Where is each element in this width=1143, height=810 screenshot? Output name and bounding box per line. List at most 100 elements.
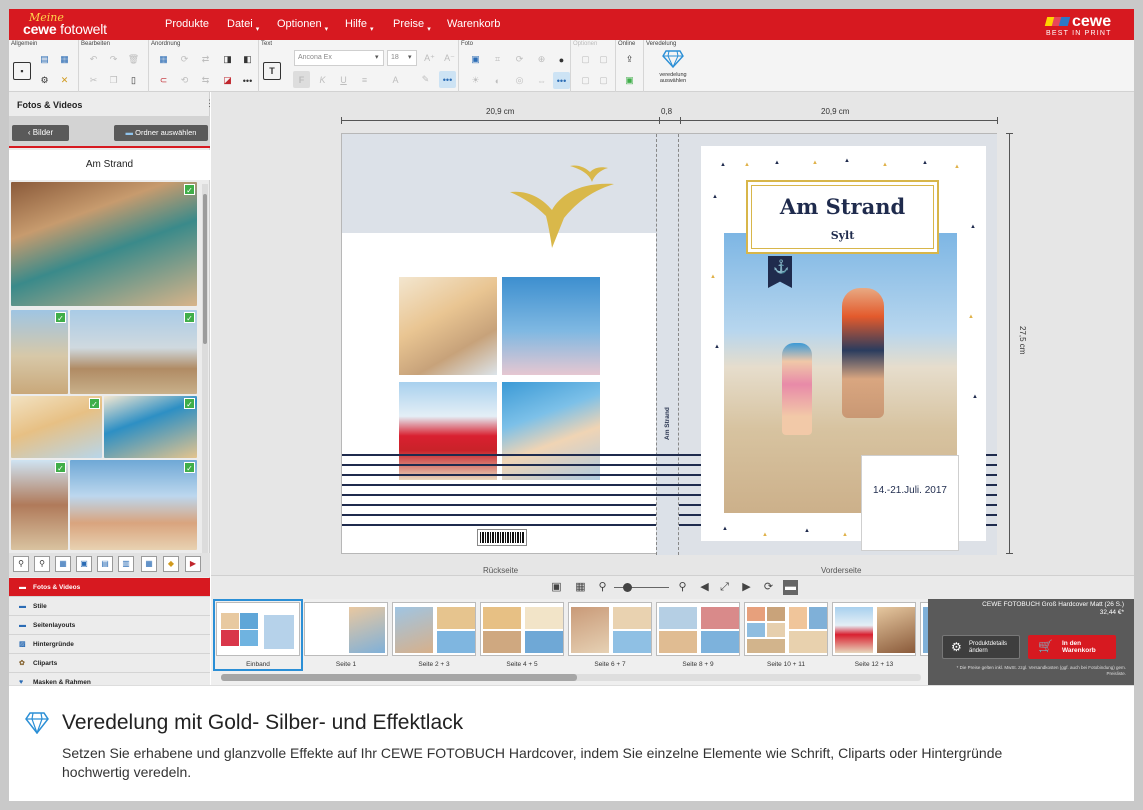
- copy-icon[interactable]: ❐: [105, 72, 122, 89]
- overview-icon[interactable]: ▦: [573, 580, 588, 595]
- crop-icon[interactable]: ⌗: [489, 51, 506, 68]
- online-share-icon[interactable]: ⇪: [621, 51, 638, 68]
- photo-contrast-icon[interactable]: ◐: [489, 72, 506, 89]
- rotate-left-icon[interactable]: ⟲: [176, 72, 193, 89]
- menu-datei[interactable]: Datei ▾: [227, 18, 259, 33]
- favorites-icon[interactable]: ◆: [163, 556, 179, 572]
- nav-fotos-videos[interactable]: ▬ Fotos & Videos: [9, 578, 210, 597]
- photo-redeye-icon[interactable]: ◎: [511, 72, 528, 89]
- more-icon[interactable]: •••: [239, 72, 256, 89]
- zoom-in-icon[interactable]: ⚲: [675, 580, 690, 595]
- send-back-icon[interactable]: ◧: [239, 51, 256, 68]
- delete-icon[interactable]: 🗑: [125, 51, 142, 68]
- option-c-icon[interactable]: ▢: [577, 72, 594, 89]
- rotate-icon[interactable]: ⟳: [176, 51, 193, 68]
- font-select[interactable]: Ancona Ex: [294, 50, 384, 66]
- view-grid-icon[interactable]: ▦: [55, 556, 71, 572]
- underline-icon[interactable]: U: [335, 71, 352, 88]
- bring-front-icon[interactable]: ◨: [219, 51, 236, 68]
- scrollbar-thumb[interactable]: [221, 674, 577, 681]
- photo-fit-icon[interactable]: ⇔: [533, 72, 550, 89]
- page-thumb-seite-8-9[interactable]: Seite 8 + 9: [656, 602, 740, 668]
- photo-thumb[interactable]: ✓: [11, 310, 68, 394]
- photo-thumb[interactable]: ✓: [70, 310, 197, 394]
- italic-icon[interactable]: K: [314, 71, 331, 88]
- nav-stile[interactable]: ▬ Stile: [9, 597, 210, 616]
- fullscreen-icon[interactable]: ⤢: [717, 580, 732, 595]
- view-medium-icon[interactable]: ▥: [118, 556, 134, 572]
- back-photo-1[interactable]: [399, 277, 497, 375]
- previous-page-icon[interactable]: ◀: [697, 580, 712, 595]
- menu-optionen[interactable]: Optionen ▾: [277, 18, 328, 33]
- text-effect-icon[interactable]: ✎: [417, 71, 434, 88]
- settings-icon[interactable]: ⚙: [36, 72, 53, 89]
- grid-icon[interactable]: ▦: [155, 51, 172, 68]
- undo-icon[interactable]: ↶: [85, 51, 102, 68]
- page-thumb-seite-1[interactable]: Seite 1: [304, 602, 388, 668]
- next-page-icon[interactable]: ▶: [739, 580, 754, 595]
- option-d-icon[interactable]: ▢: [595, 72, 612, 89]
- photo-edit-icon[interactable]: ▣: [467, 51, 484, 68]
- page-thumb-seite-12-13[interactable]: Seite 12 + 13: [832, 602, 916, 668]
- view-large-icon[interactable]: ▣: [76, 556, 92, 572]
- menu-preise[interactable]: Preise ▾: [393, 18, 431, 33]
- photo-more-icon[interactable]: •••: [553, 72, 570, 89]
- flip-icon[interactable]: ⇄: [197, 51, 214, 68]
- add-text-icon[interactable]: T: [263, 62, 281, 80]
- back-to-bilder-button[interactable]: ‹ Bilder: [12, 125, 69, 141]
- text-more-icon[interactable]: •••: [439, 71, 456, 88]
- page-thumb-seite-6-7[interactable]: Seite 6 + 7: [568, 602, 652, 668]
- back-photo-2[interactable]: [502, 277, 600, 375]
- nav-cliparts[interactable]: ✿ Cliparts: [9, 654, 210, 673]
- magnet-icon[interactable]: ⊂: [155, 72, 172, 89]
- page-thumb-seite-2-3[interactable]: Seite 2 + 3: [392, 602, 476, 668]
- menu-produkte[interactable]: Produkte: [165, 18, 209, 30]
- nav-hintergruende[interactable]: ▨ Hintergründe: [9, 635, 210, 654]
- option-b-icon[interactable]: ▢: [595, 51, 612, 68]
- add-to-cart-button[interactable]: 🛒 In den Warenkorb: [1028, 635, 1116, 659]
- zoom-out-icon[interactable]: ⚲: [595, 580, 610, 595]
- view-list-icon[interactable]: ▤: [97, 556, 113, 572]
- paste-icon[interactable]: ▯: [125, 72, 142, 89]
- menu-warenkorb[interactable]: Warenkorb: [447, 18, 500, 30]
- option-a-icon[interactable]: ▢: [577, 51, 594, 68]
- product-details-button[interactable]: ⚙ Produktdetails ändern: [942, 635, 1020, 659]
- veredelung-button[interactable]: veredelung auswählen: [652, 50, 694, 90]
- single-view-icon[interactable]: ▣: [549, 580, 564, 595]
- photo-thumb[interactable]: ✓: [11, 182, 197, 306]
- new-project-icon[interactable]: ▤: [36, 51, 53, 68]
- photo-rotate-icon[interactable]: ⟳: [511, 51, 528, 68]
- view-small-icon[interactable]: ▦: [141, 556, 157, 572]
- online-upload-icon[interactable]: ▣: [621, 72, 638, 89]
- page-strip-scrollbar[interactable]: [221, 674, 921, 681]
- person-filter-icon[interactable]: ⚲: [34, 556, 50, 572]
- menu-hilfe[interactable]: Hilfe ▾: [345, 18, 374, 33]
- page-thumb-next[interactable]: [920, 602, 928, 668]
- choose-folder-button[interactable]: ▬ Ordner auswählen: [114, 125, 208, 141]
- page-thumb-einband[interactable]: Einband: [213, 599, 303, 671]
- align-icon[interactable]: ≡: [356, 71, 373, 88]
- page-thumb-seite-10-11[interactable]: Seite 10 + 11: [744, 602, 828, 668]
- photo-thumb[interactable]: ✓: [11, 396, 102, 458]
- photo-zoom-icon[interactable]: ⊕: [533, 51, 550, 68]
- photo-filter-icon[interactable]: ●: [553, 51, 570, 68]
- photo-thumb[interactable]: ✓: [70, 460, 197, 550]
- cover-spread[interactable]: Am Strand ▲ ▲ ▲ ▲ ▲ ▲ ▲ ▲ ▲ ▲ ▲ ▲ ▲ ▲ ▲ …: [341, 133, 997, 555]
- photo-brightness-icon[interactable]: ☀: [467, 72, 484, 89]
- photo-grid-scrollbar[interactable]: [202, 184, 208, 554]
- cut-icon[interactable]: ✂: [85, 72, 102, 89]
- date-box[interactable]: 14.-21.Juli. 2017: [861, 455, 959, 551]
- nav-seitenlayouts[interactable]: ▬ Seitenlayouts: [9, 616, 210, 635]
- remove-layer-icon[interactable]: ◪: [219, 72, 236, 89]
- photo-thumb[interactable]: ✓: [104, 396, 197, 458]
- text-color-icon[interactable]: A: [387, 71, 404, 88]
- preview-mode-icon[interactable]: ▬: [783, 580, 798, 595]
- font-shrink-icon[interactable]: A⁻: [441, 50, 458, 67]
- redo-icon[interactable]: ↷: [105, 51, 122, 68]
- mirror-icon[interactable]: ⇆: [197, 72, 214, 89]
- zoom-slider-handle[interactable]: [623, 583, 632, 592]
- spine[interactable]: [656, 134, 679, 555]
- rotate-view-icon[interactable]: ⟳: [761, 580, 776, 595]
- cover-title-box[interactable]: Am Strand Sylt: [746, 180, 939, 254]
- scrollbar-thumb[interactable]: [203, 194, 207, 344]
